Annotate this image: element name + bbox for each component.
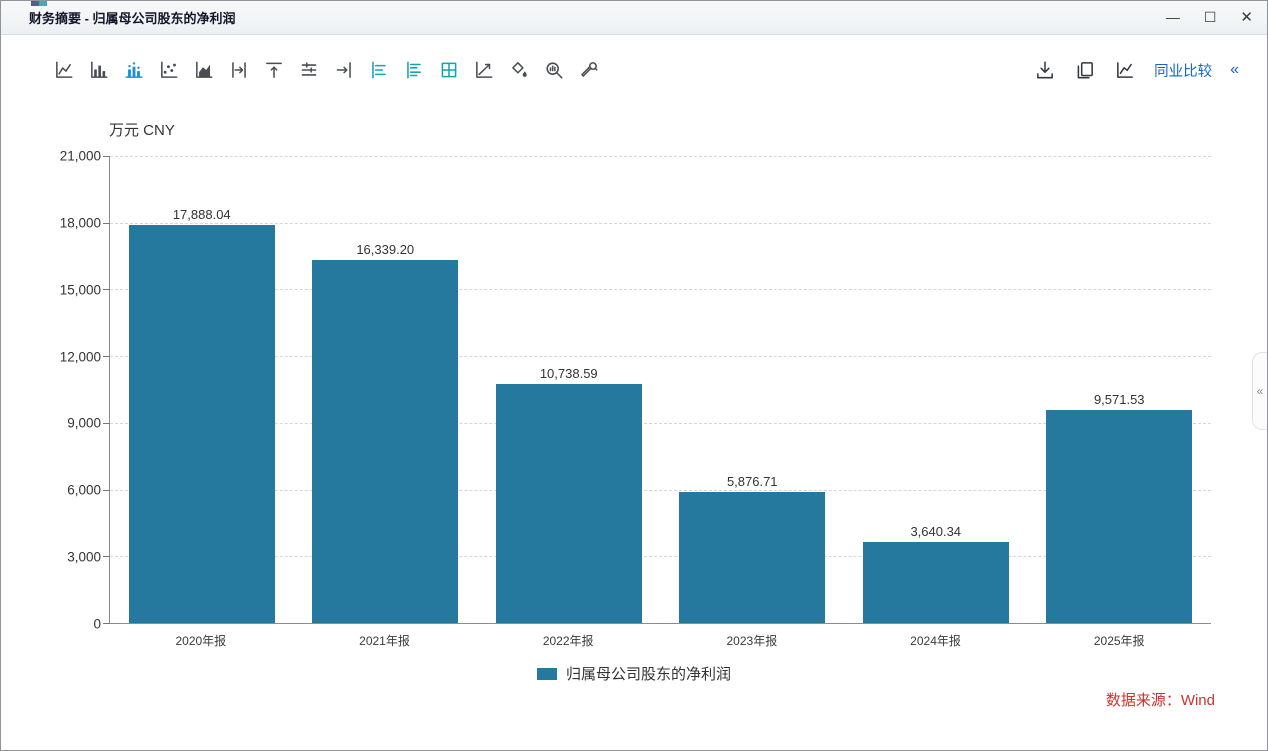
data-table-icon[interactable]: [438, 59, 460, 81]
bar-column: 10,738.59: [477, 156, 661, 623]
y-tick-label: 6,000: [67, 483, 101, 498]
y-tick-label: 0: [93, 617, 101, 632]
bar-column: 5,876.71: [661, 156, 845, 623]
chart-edit-icon[interactable]: [1114, 59, 1136, 81]
hbar-left-axis-icon[interactable]: [368, 59, 390, 81]
minimize-icon[interactable]: —: [1166, 10, 1180, 25]
multi-line-icon[interactable]: [298, 59, 320, 81]
bar-column: 3,640.34: [844, 156, 1028, 623]
toolbar-right: 同业比较 «: [1034, 59, 1239, 81]
x-axis-label: 2022年报: [476, 632, 660, 649]
toolbar-right-icons: [1034, 59, 1136, 81]
y-tick-label: 15,000: [60, 282, 101, 297]
bar-range-icon[interactable]: [228, 59, 250, 81]
legend-label: 归属母公司股东的净利润: [566, 663, 731, 684]
area-chart-icon[interactable]: [193, 59, 215, 81]
download-icon[interactable]: [1034, 59, 1056, 81]
line-chart-icon[interactable]: [53, 59, 75, 81]
y-tick-mark: [103, 490, 110, 491]
bars: 17,888.04 16,339.20 10,738.59 5,876.71 3,640…: [110, 156, 1211, 623]
maximize-icon[interactable]: ☐: [1204, 10, 1217, 25]
side-panel-collapse-chevron: «: [1257, 384, 1264, 398]
x-axis-label: 2024年报: [844, 632, 1028, 649]
y-axis-labels: 03,0006,0009,00012,00015,00018,00021,000: [1, 156, 101, 624]
legend-item[interactable]: 归属母公司股东的净利润: [537, 663, 731, 684]
bar[interactable]: [1046, 410, 1192, 623]
bar-value-label: 5,876.71: [727, 474, 778, 489]
style-fill-icon[interactable]: [508, 59, 530, 81]
bar[interactable]: [863, 542, 1009, 623]
zoom-chart-icon[interactable]: [543, 59, 565, 81]
close-icon[interactable]: ✕: [1240, 10, 1253, 25]
toolbar-left-icons: [53, 59, 600, 81]
window-controls: — ☐ ✕: [1166, 10, 1253, 25]
bar-value-label: 9,571.53: [1094, 392, 1145, 407]
y-tick-mark: [103, 623, 110, 624]
axis-unit-label: 万元 CNY: [109, 119, 175, 140]
bar-value-label: 16,339.20: [356, 242, 414, 257]
app-window: 财务摘要 - 归属母公司股东的净利润 — ☐ ✕ 同业比较 « 万元 CNY 0…: [0, 0, 1268, 751]
side-panel-collapse-handle[interactable]: «: [1252, 352, 1267, 430]
labeled-bar-chart-icon[interactable]: [123, 59, 145, 81]
chart-tools-icon[interactable]: [578, 59, 600, 81]
bar-column: 17,888.04: [110, 156, 294, 623]
data-source: 数据来源：Wind: [1106, 689, 1215, 710]
bar[interactable]: [679, 492, 825, 623]
legend-marker: [537, 668, 557, 680]
bar-value-label: 3,640.34: [910, 524, 961, 539]
y-tick-mark: [103, 423, 110, 424]
title-bar: 财务摘要 - 归属母公司股东的净利润 — ☐ ✕: [1, 1, 1267, 35]
shift-right-icon[interactable]: [333, 59, 355, 81]
x-axis-label: 2025年报: [1027, 632, 1211, 649]
chart-area: 万元 CNY 0 3,000 6,000 9,000 12,000 15,000 18,00…: [1, 89, 1267, 750]
bar[interactable]: [312, 260, 458, 623]
y-tick-mark: [103, 156, 110, 157]
x-axis-label: 2023年报: [660, 632, 844, 649]
x-axis-labels: 2020年报2021年报2022年报2023年报2024年报2025年报: [109, 632, 1211, 649]
hbar-split-icon[interactable]: [403, 59, 425, 81]
legend: 归属母公司股东的净利润: [1, 663, 1267, 684]
y-tick-label: 18,000: [60, 215, 101, 230]
bar-chart-icon[interactable]: [88, 59, 110, 81]
y-tick-mark: [103, 356, 110, 357]
toolbar-collapse-chevrons[interactable]: «: [1230, 62, 1239, 78]
y-tick-mark: [103, 556, 110, 557]
bar-value-label: 10,738.59: [540, 366, 598, 381]
bar-column: 9,571.53: [1028, 156, 1212, 623]
bar-value-label: 17,888.04: [173, 207, 231, 222]
copy-icon[interactable]: [1074, 59, 1096, 81]
toolbar: 同业比较 «: [1, 35, 1267, 89]
y-tick-mark: [103, 223, 110, 224]
y-tick-label: 9,000: [67, 416, 101, 431]
bar-column: 16,339.20: [294, 156, 478, 623]
plot-area: 17,888.04 16,339.20 10,738.59 5,876.71 3,640…: [109, 156, 1211, 624]
y-tick-label: 21,000: [60, 149, 101, 164]
x-axis-label: 2020年报: [109, 632, 293, 649]
bar[interactable]: [496, 384, 642, 623]
x-axis-label: 2021年报: [293, 632, 477, 649]
y-tick-label: 3,000: [67, 550, 101, 565]
top-axis-icon[interactable]: [263, 59, 285, 81]
bar[interactable]: [129, 225, 275, 623]
app-icon: [31, 1, 47, 6]
y-tick-label: 12,000: [60, 349, 101, 364]
scatter-chart-icon[interactable]: [158, 59, 180, 81]
window-title: 财务摘要 - 归属母公司股东的净利润: [29, 8, 236, 27]
peer-compare-link[interactable]: 同业比较: [1154, 60, 1212, 81]
trend-line-icon[interactable]: [473, 59, 495, 81]
y-tick-mark: [103, 289, 110, 290]
